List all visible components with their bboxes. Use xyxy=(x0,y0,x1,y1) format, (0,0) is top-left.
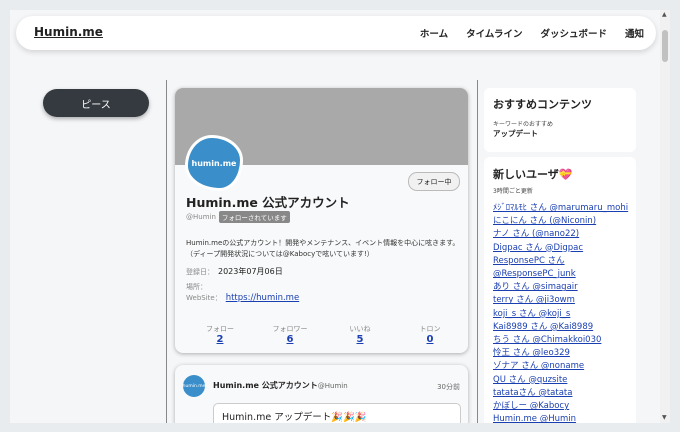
nav-timeline-link[interactable]: タイムライン xyxy=(466,26,522,40)
post-author[interactable]: Humin.me 公式アカウント xyxy=(213,381,318,390)
stat-value[interactable]: 6 xyxy=(260,334,320,345)
post-avatar-text: humin.me xyxy=(182,383,206,389)
user-link[interactable]: terry さん @ji3owm xyxy=(493,294,628,307)
user-link[interactable]: あり さん @simagair xyxy=(493,281,628,294)
user-link[interactable]: koji_s さん @koji_s xyxy=(493,308,628,321)
post-time: 30分前 xyxy=(437,383,460,391)
right-divider xyxy=(477,80,478,423)
new-users-title: 新しいユーザ💝 xyxy=(493,168,573,181)
registered-value: 2023年07月06日 xyxy=(218,267,283,276)
scroll-down-icon[interactable]: ▼ xyxy=(662,414,667,421)
profile-avatar: humin.me xyxy=(185,135,243,191)
location-row: 場所： xyxy=(186,282,207,292)
left-divider xyxy=(166,80,167,423)
nav-notifications-link[interactable]: 通知 xyxy=(625,26,644,40)
stat-tron[interactable]: トロン 0 xyxy=(400,324,460,345)
scrollbar-thumb[interactable] xyxy=(662,30,668,62)
user-link[interactable]: QU さん @quzsite xyxy=(493,374,628,387)
website-link[interactable]: https://humin.me xyxy=(226,293,299,303)
followed-badge: フォローされています xyxy=(218,211,290,223)
post-author-row: Humin.me 公式アカウント@Humin xyxy=(213,380,348,391)
user-link[interactable]: かぼしー @Kabocy xyxy=(493,400,628,413)
profile-handle: @Humin xyxy=(186,213,216,221)
recommend-card: おすすめコンテンツ キーワードのおすすめ アップデート xyxy=(484,88,636,152)
user-link[interactable]: Digpac さん @Digpac xyxy=(493,242,628,255)
post-handle: @Humin xyxy=(317,382,348,390)
stat-label: いいね xyxy=(349,325,371,333)
stat-value[interactable]: 5 xyxy=(330,334,390,345)
user-link[interactable]: ゾナア さん @noname xyxy=(493,360,628,373)
stat-value[interactable]: 0 xyxy=(400,334,460,345)
stat-label: トロン xyxy=(419,325,441,333)
user-link[interactable]: ちう さん @Chimakkoi030 xyxy=(493,334,628,347)
new-users-card: 新しいユーザ💝 3時間ごと更新 ﾒｼﾞﾛﾏﾙﾓﾋ さん @marumaru_mo… xyxy=(484,157,636,423)
post-card[interactable]: humin.me Humin.me 公式アカウント@Humin 30分前 Hum… xyxy=(175,365,468,423)
avatar-text: humin.me xyxy=(191,158,237,168)
keyword-value[interactable]: アップデート xyxy=(493,128,538,139)
follow-status-button[interactable]: フォロー中 xyxy=(408,172,460,191)
keyword-label: キーワードのおすすめ xyxy=(493,121,554,128)
user-link[interactable]: ﾒｼﾞﾛﾏﾙﾓﾋ さん @marumaru_mohi xyxy=(493,202,628,215)
profile-name: Humin.me 公式アカウント xyxy=(186,195,350,210)
registered-label: 登録日： xyxy=(186,268,214,276)
location-label: 場所： xyxy=(186,283,207,291)
scroll-up-icon[interactable]: ▲ xyxy=(662,11,667,18)
user-link[interactable]: tatataさん @tatata xyxy=(493,387,628,400)
peace-button[interactable]: ピース xyxy=(43,89,149,117)
vertical-scrollbar[interactable]: ▲ ▼ xyxy=(660,10,670,423)
website-row: WebSite： https://humin.me xyxy=(186,293,299,303)
top-navbar: Humin.me ホーム タイムライン ダッシュボード 通知 xyxy=(16,16,656,50)
post-body: Humin.me アップデート🎉🎉🎉 xyxy=(213,403,461,423)
nav-home-link[interactable]: ホーム xyxy=(420,26,448,40)
profile-card: humin.me フォロー中 Humin.me 公式アカウント @Humin フ… xyxy=(175,88,468,353)
user-link[interactable]: @ResponsePC_junk xyxy=(493,268,628,281)
stat-likes[interactable]: いいね 5 xyxy=(330,324,390,345)
recommend-title: おすすめコンテンツ xyxy=(493,98,592,111)
nav-dashboard-link[interactable]: ダッシュボード xyxy=(540,26,607,40)
profile-stats: フォロー 2 フォロワー 6 いいね 5 トロン 0 xyxy=(190,324,460,345)
user-link[interactable]: Humin.me @Humin xyxy=(493,413,628,423)
post-avatar[interactable]: humin.me xyxy=(183,375,205,397)
new-users-list: ﾒｼﾞﾛﾏﾙﾓﾋ さん @marumaru_mohi にこにん さん (@Nic… xyxy=(493,202,628,423)
profile-bio: Humin.meの公式アカウント！開発やメンテナンス、イベント情報を中心に呟きま… xyxy=(186,239,460,258)
profile-handle-row: @Humin フォローされています xyxy=(186,211,290,223)
stat-value[interactable]: 2 xyxy=(190,334,250,345)
browser-viewport: Humin.me ホーム タイムライン ダッシュボード 通知 ピース humin… xyxy=(10,10,670,423)
stat-label: フォロワー xyxy=(272,325,308,333)
user-link[interactable]: にこにん さん (@Niconin) xyxy=(493,215,628,228)
website-label: WebSite： xyxy=(186,294,222,302)
registered-row: 登録日： 2023年07月06日 xyxy=(186,266,283,277)
stat-follow[interactable]: フォロー 2 xyxy=(190,324,250,345)
stat-followers[interactable]: フォロワー 6 xyxy=(260,324,320,345)
user-link[interactable]: 怜王 さん @leo329 xyxy=(493,347,628,360)
stat-label: フォロー xyxy=(206,325,234,333)
brand-logo-link[interactable]: Humin.me xyxy=(34,25,103,39)
new-users-subtitle: 3時間ごと更新 xyxy=(493,188,533,195)
user-link[interactable]: Kai8989 さん @Kai8989 xyxy=(493,321,628,334)
user-link[interactable]: ナノ さん (@nano22) xyxy=(493,228,628,241)
user-link[interactable]: ResponsePC さん xyxy=(493,255,628,268)
